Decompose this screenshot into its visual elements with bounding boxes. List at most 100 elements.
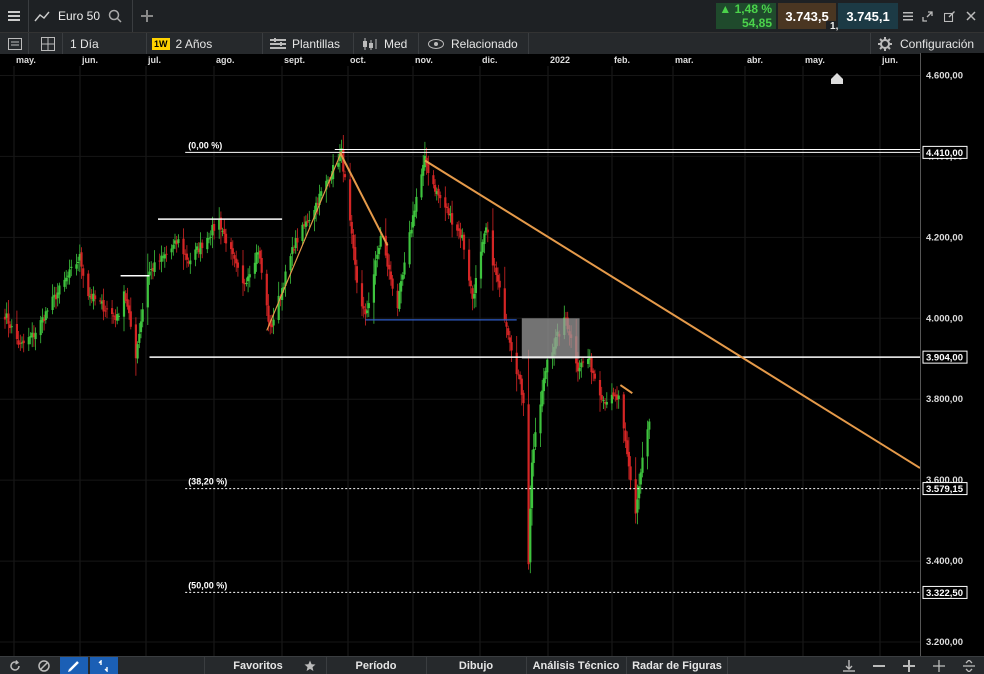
close-button[interactable] <box>962 0 980 32</box>
favorites-tab[interactable]: Favoritos <box>204 657 311 674</box>
instrument-selector[interactable]: Euro 50 <box>34 0 130 32</box>
price-axis[interactable]: 4.600,004.400,004.200,004.000,003.800,00… <box>920 53 984 656</box>
related-label: Relacionado <box>451 36 518 51</box>
fib-level-label: (38,20 %) <box>188 477 227 487</box>
short-downtrend-line <box>339 151 389 246</box>
candle-up-body <box>379 236 382 247</box>
fib-level-label: (0,00 %) <box>188 140 222 150</box>
month-label: ago. <box>216 55 235 65</box>
chart-toolbar: 1 Día 1W 2 Años Plantillas Med Relaciona… <box>0 32 984 54</box>
month-label: jul. <box>147 55 161 65</box>
candle-up-body <box>289 256 292 271</box>
uptrend-line <box>266 151 343 331</box>
candle-up-body <box>529 508 532 563</box>
candle-up-body <box>483 233 486 244</box>
candle-down-body <box>498 280 501 288</box>
candle-down-body <box>388 264 391 270</box>
drawing-tab[interactable]: Dibujo <box>426 657 525 674</box>
candle-up-body <box>207 238 211 240</box>
price-type-button[interactable]: Med <box>362 33 407 54</box>
candle-down-body <box>520 378 523 395</box>
plus-icon <box>903 659 915 672</box>
plus-icon <box>141 10 153 22</box>
candle-up-body <box>172 244 175 249</box>
candle-down-body <box>230 242 233 250</box>
search-icon[interactable] <box>108 9 122 23</box>
month-label: mar. <box>675 55 694 65</box>
candle-up-body <box>253 262 256 274</box>
refresh-button[interactable] <box>2 657 28 674</box>
candle-down-body <box>451 213 454 225</box>
range-selector[interactable]: 1W 2 Años <box>152 33 212 54</box>
candle-up-body <box>636 499 639 513</box>
candle-up-body <box>473 293 476 299</box>
templates-button[interactable]: Plantillas <box>270 33 340 54</box>
popout-button[interactable] <box>940 0 958 32</box>
candle-up-body <box>587 359 590 364</box>
candle-down-body <box>233 255 236 259</box>
instrument-name: Euro 50 <box>58 9 101 23</box>
fit-button[interactable] <box>838 657 860 674</box>
candle-down-body <box>522 392 525 404</box>
related-button[interactable]: Relacionado <box>428 33 518 54</box>
more-button[interactable] <box>900 0 916 32</box>
technical-analysis-tab[interactable]: Análisis Técnico <box>526 657 625 674</box>
candle-down-body <box>343 174 347 178</box>
minor-trend-line <box>619 384 633 394</box>
candle-up-body <box>410 229 413 234</box>
candle-up-body <box>580 362 583 368</box>
ask-price-button[interactable]: 3.745,1 <box>838 3 898 29</box>
add-tab-button[interactable] <box>138 0 156 32</box>
layout-button[interactable] <box>38 33 58 54</box>
candle-up-body <box>138 333 141 343</box>
sync-button[interactable] <box>90 657 118 674</box>
candle-down-body <box>165 253 168 255</box>
crosshair-button[interactable] <box>928 657 950 674</box>
favorites-star-button[interactable] <box>298 657 322 674</box>
candle-down-body <box>7 313 10 324</box>
candle-down-body <box>360 283 364 307</box>
candle-down-body <box>629 466 632 481</box>
candle-up-body <box>146 275 149 308</box>
zoom-in-button[interactable] <box>898 657 920 674</box>
vertical-zoom-button[interactable] <box>958 657 980 674</box>
fib-0-value-label: 4.410,00 <box>926 148 963 159</box>
menu-button[interactable] <box>0 0 28 32</box>
candle-up-body <box>139 321 143 333</box>
bid-price: 3.743,5 <box>785 8 829 24</box>
arrows-icon <box>98 659 108 672</box>
separator <box>353 33 354 54</box>
candle-up-body <box>148 271 151 276</box>
pattern-radar-tab[interactable]: Radar de Figuras <box>626 657 728 674</box>
maximize-button[interactable] <box>918 0 936 32</box>
candle-down-body <box>102 300 105 312</box>
candle-down-body <box>510 342 513 351</box>
candle-up-body <box>411 215 415 228</box>
candle-down-body <box>201 242 204 248</box>
candle-down-body <box>444 197 447 208</box>
period-tab[interactable]: Período <box>326 657 425 674</box>
zoom-out-button[interactable] <box>868 657 890 674</box>
candle-up-body <box>420 174 423 198</box>
change-percent: ▲ 1,48 % <box>719 2 772 16</box>
price-chart[interactable]: (0,00 %) (38,20 %) (50,00 %) <box>0 66 920 656</box>
price-tick-label: 3.400,00 <box>926 556 963 567</box>
candle-down-body <box>432 175 435 185</box>
interval-selector[interactable]: 1 Día <box>70 33 99 54</box>
candle-down-body <box>87 273 90 297</box>
disable-button[interactable] <box>30 657 58 674</box>
candle-down-body <box>349 179 352 221</box>
candle-up-body <box>479 251 483 279</box>
panel-icon <box>8 37 22 50</box>
month-label: may. <box>805 55 825 65</box>
settings-button[interactable]: Configuración <box>878 33 974 54</box>
draw-button[interactable] <box>60 657 88 674</box>
candle-down-body <box>624 430 627 442</box>
candle-up-body <box>248 274 251 278</box>
candle-up-body <box>605 402 608 405</box>
candle-up-body <box>578 367 581 372</box>
panel-toggle-button[interactable] <box>4 33 26 54</box>
candle-up-body <box>403 262 406 275</box>
candle-down-body <box>105 308 109 310</box>
candle-down-body <box>104 310 107 312</box>
